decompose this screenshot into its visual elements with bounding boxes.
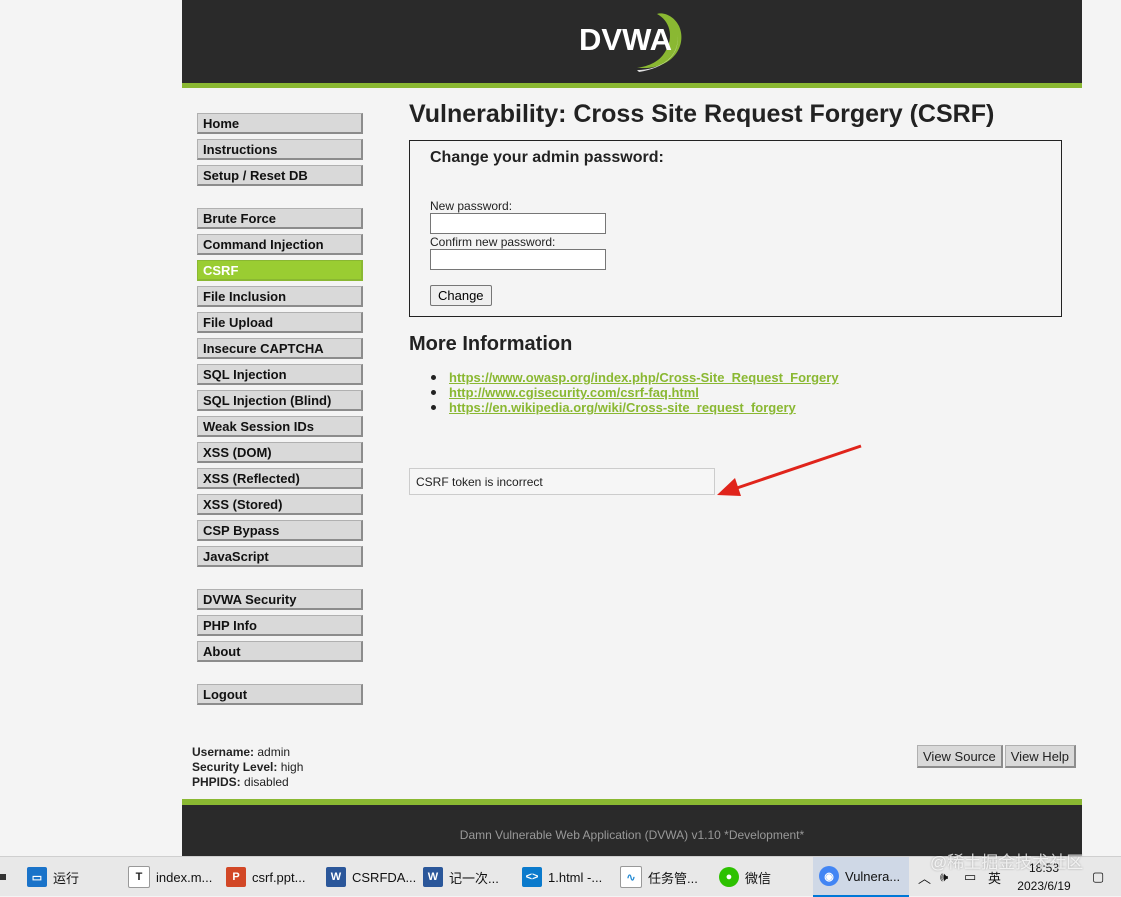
username-value: admin: [257, 745, 291, 759]
taskbar-item-wechat[interactable]: ● 微信: [719, 857, 771, 897]
menu-item-weak-session-ids[interactable]: Weak Session IDs: [197, 416, 363, 437]
list-item: https://en.wikipedia.org/wiki/Cross-site…: [431, 400, 839, 415]
menu-item-csrf[interactable]: CSRF: [197, 260, 363, 281]
list-item: http://www.cgisecurity.com/csrf-faq.html: [431, 385, 839, 400]
more-information-heading: More Information: [409, 333, 573, 355]
security-level-label: Security Level:: [192, 760, 278, 774]
menu-item-xss-stored[interactable]: XSS (Stored): [197, 494, 363, 515]
menu-item-instructions[interactable]: Instructions: [197, 139, 363, 160]
taskbar-label: CSRFDA...: [352, 869, 417, 885]
taskbar-item-typora[interactable]: Tindex.m...: [128, 857, 212, 897]
run-icon: ▭: [27, 867, 47, 887]
csrf-form-box: Change your admin password: New password…: [409, 140, 1062, 317]
menu-group-settings: DVWA Security PHP Info About: [197, 589, 367, 662]
security-level-value: high: [280, 760, 304, 774]
menu-item-setup[interactable]: Setup / Reset DB: [197, 165, 363, 186]
dvwa-logo: DVWA: [579, 13, 682, 72]
menu-item-xss-reflected[interactable]: XSS (Reflected): [197, 468, 363, 489]
more-information-links: https://www.owasp.org/index.php/Cross-Si…: [431, 370, 839, 415]
view-source-button[interactable]: View Source: [917, 745, 1003, 768]
dvwa-page: DVWA Home Instructions Setup / Reset DB …: [182, 0, 1082, 856]
task-manager-icon: ∿: [620, 866, 642, 888]
taskbar-label: Vulnera...: [845, 868, 901, 884]
menu-item-csp-bypass[interactable]: CSP Bypass: [197, 520, 363, 541]
csrf-error-message: CSRF token is incorrect: [409, 468, 715, 495]
change-button[interactable]: Change: [430, 285, 492, 306]
sidebar-menu: Home Instructions Setup / Reset DB Brute…: [197, 113, 367, 710]
taskbar-item-chrome[interactable]: ◉ Vulnera...: [813, 857, 909, 897]
view-help-button[interactable]: View Help: [1004, 745, 1077, 768]
taskbar-label: 任务管...: [648, 870, 698, 886]
menu-item-logout[interactable]: Logout: [197, 684, 363, 705]
powerpoint-icon: P: [226, 867, 246, 887]
footer-text: Damn Vulnerable Web Application (DVWA) v…: [459, 828, 805, 842]
taskbar-item-run[interactable]: ▭ 运行: [27, 857, 79, 897]
menu-group-general: Home Instructions Setup / Reset DB: [197, 113, 367, 186]
taskbar-label: 1.html -...: [548, 869, 603, 885]
new-password-label: New password:: [430, 199, 513, 213]
menu-item-file-upload[interactable]: File Upload: [197, 312, 363, 333]
taskbar-item-task-manager[interactable]: ∿ 任务管...: [620, 857, 698, 897]
clock-date: 2023/6/19: [1017, 879, 1071, 893]
menu-item-about[interactable]: About: [197, 641, 363, 662]
notification-icon[interactable]: ▢: [1092, 857, 1104, 897]
new-password-input[interactable]: [430, 213, 606, 234]
source-help-buttons: View Source View Help: [917, 745, 1078, 768]
confirm-password-input[interactable]: [430, 249, 606, 270]
wikipedia-link[interactable]: https://en.wikipedia.org/wiki/Cross-site…: [449, 400, 796, 415]
username-label: Username:: [192, 745, 255, 759]
cgisecurity-link[interactable]: http://www.cgisecurity.com/csrf-faq.html: [449, 385, 699, 400]
taskbar-item-word-csrf[interactable]: W CSRFDA...: [326, 857, 416, 897]
form-title: Change your admin password:: [430, 149, 664, 166]
taskbar-label: 记一次...: [449, 870, 499, 886]
menu-item-home[interactable]: Home: [197, 113, 363, 134]
page-title: Vulnerability: Cross Site Request Forger…: [409, 100, 995, 128]
taskbar-item-powerpoint[interactable]: Pcsrf.ppt...: [226, 857, 305, 897]
menu-item-insecure-captcha[interactable]: Insecure CAPTCHA: [197, 338, 363, 359]
menu-item-sql-injection[interactable]: SQL Injection: [197, 364, 363, 385]
menu-item-xss-dom[interactable]: XSS (DOM): [197, 442, 363, 463]
start-edge[interactable]: [0, 857, 8, 897]
menu-item-javascript[interactable]: JavaScript: [197, 546, 363, 567]
word-icon: W: [423, 867, 443, 887]
watermark: @稀土掘金技术社区: [930, 853, 1084, 872]
confirm-password-label: Confirm new password:: [430, 235, 556, 249]
right-background: [1082, 0, 1121, 856]
menu-item-file-inclusion[interactable]: File Inclusion: [197, 286, 363, 307]
owasp-link[interactable]: https://www.owasp.org/index.php/Cross-Si…: [449, 370, 839, 385]
taskbar-item-vscode[interactable]: <> 1.html -...: [522, 857, 602, 897]
chrome-icon: ◉: [819, 866, 839, 886]
phpids-value: disabled: [244, 775, 289, 789]
taskbar-label: index.m...: [156, 869, 213, 885]
svg-text:DVWA: DVWA: [579, 22, 672, 57]
left-background: [0, 0, 182, 856]
menu-item-php-info[interactable]: PHP Info: [197, 615, 363, 636]
taskbar-item-word-note[interactable]: W 记一次...: [423, 857, 499, 897]
header: DVWA: [182, 0, 1082, 88]
red-arrow-annotation: [717, 444, 862, 496]
menu-item-dvwa-security[interactable]: DVWA Security: [197, 589, 363, 610]
list-item: https://www.owasp.org/index.php/Cross-Si…: [431, 370, 839, 385]
taskbar-label: 运行: [53, 870, 80, 886]
menu-item-sql-injection-blind[interactable]: SQL Injection (Blind): [197, 390, 363, 411]
menu-group-vulnerabilities: Brute Force Command Injection CSRF File …: [197, 208, 367, 567]
taskbar-label: csrf.ppt...: [252, 869, 306, 885]
wechat-icon: ●: [719, 867, 739, 887]
user-info: Username: admin Security Level: high PHP…: [192, 745, 303, 790]
word-icon: W: [326, 867, 346, 887]
menu-item-brute-force[interactable]: Brute Force: [197, 208, 363, 229]
vscode-icon: <>: [522, 867, 542, 887]
phpids-label: PHPIDS:: [192, 775, 241, 789]
menu-item-command-injection[interactable]: Command Injection: [197, 234, 363, 255]
typora-icon: T: [128, 866, 150, 888]
main-content: Vulnerability: Cross Site Request Forger…: [409, 100, 1069, 495]
taskbar-label: 微信: [745, 870, 772, 886]
